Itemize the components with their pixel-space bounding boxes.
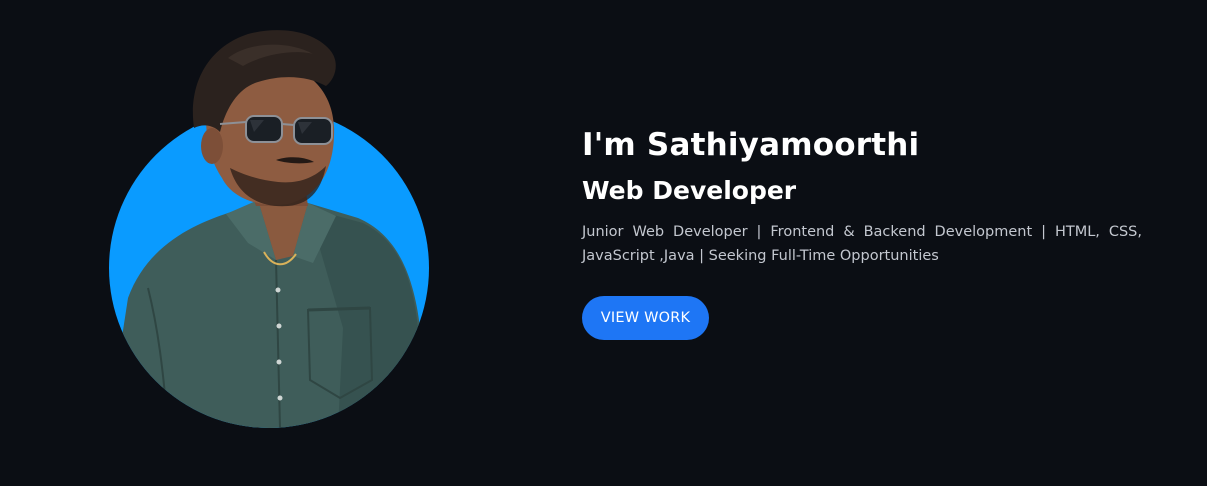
hero-section: I'm Sathiyamoorthi Web Developer Junior …: [0, 0, 1207, 486]
hero-subheading: Web Developer: [582, 176, 797, 205]
hero-description: Junior Web Developer | Frontend & Backen…: [582, 224, 1142, 264]
hero-heading: I'm Sathiyamoorthi: [582, 127, 920, 163]
view-work-button[interactable]: VIEW WORK: [582, 296, 709, 340]
profile-photo-icon: [108, 30, 430, 428]
hero-content: I'm Sathiyamoorthi Web Developer Junior …: [582, 122, 1142, 340]
profile-portrait: [108, 28, 430, 428]
